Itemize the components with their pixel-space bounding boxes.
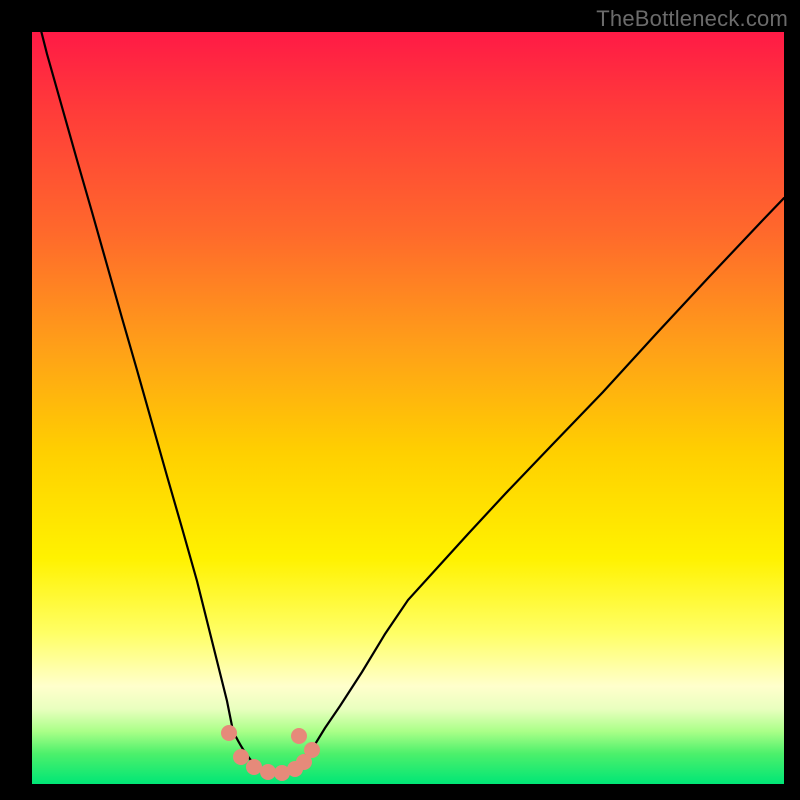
watermark-text: TheBottleneck.com [596, 6, 788, 32]
plot-area [32, 32, 784, 784]
chart-frame: TheBottleneck.com [0, 0, 800, 800]
curve-path [32, 32, 784, 772]
valley-markers [221, 725, 320, 781]
bottleneck-curve [32, 32, 784, 784]
